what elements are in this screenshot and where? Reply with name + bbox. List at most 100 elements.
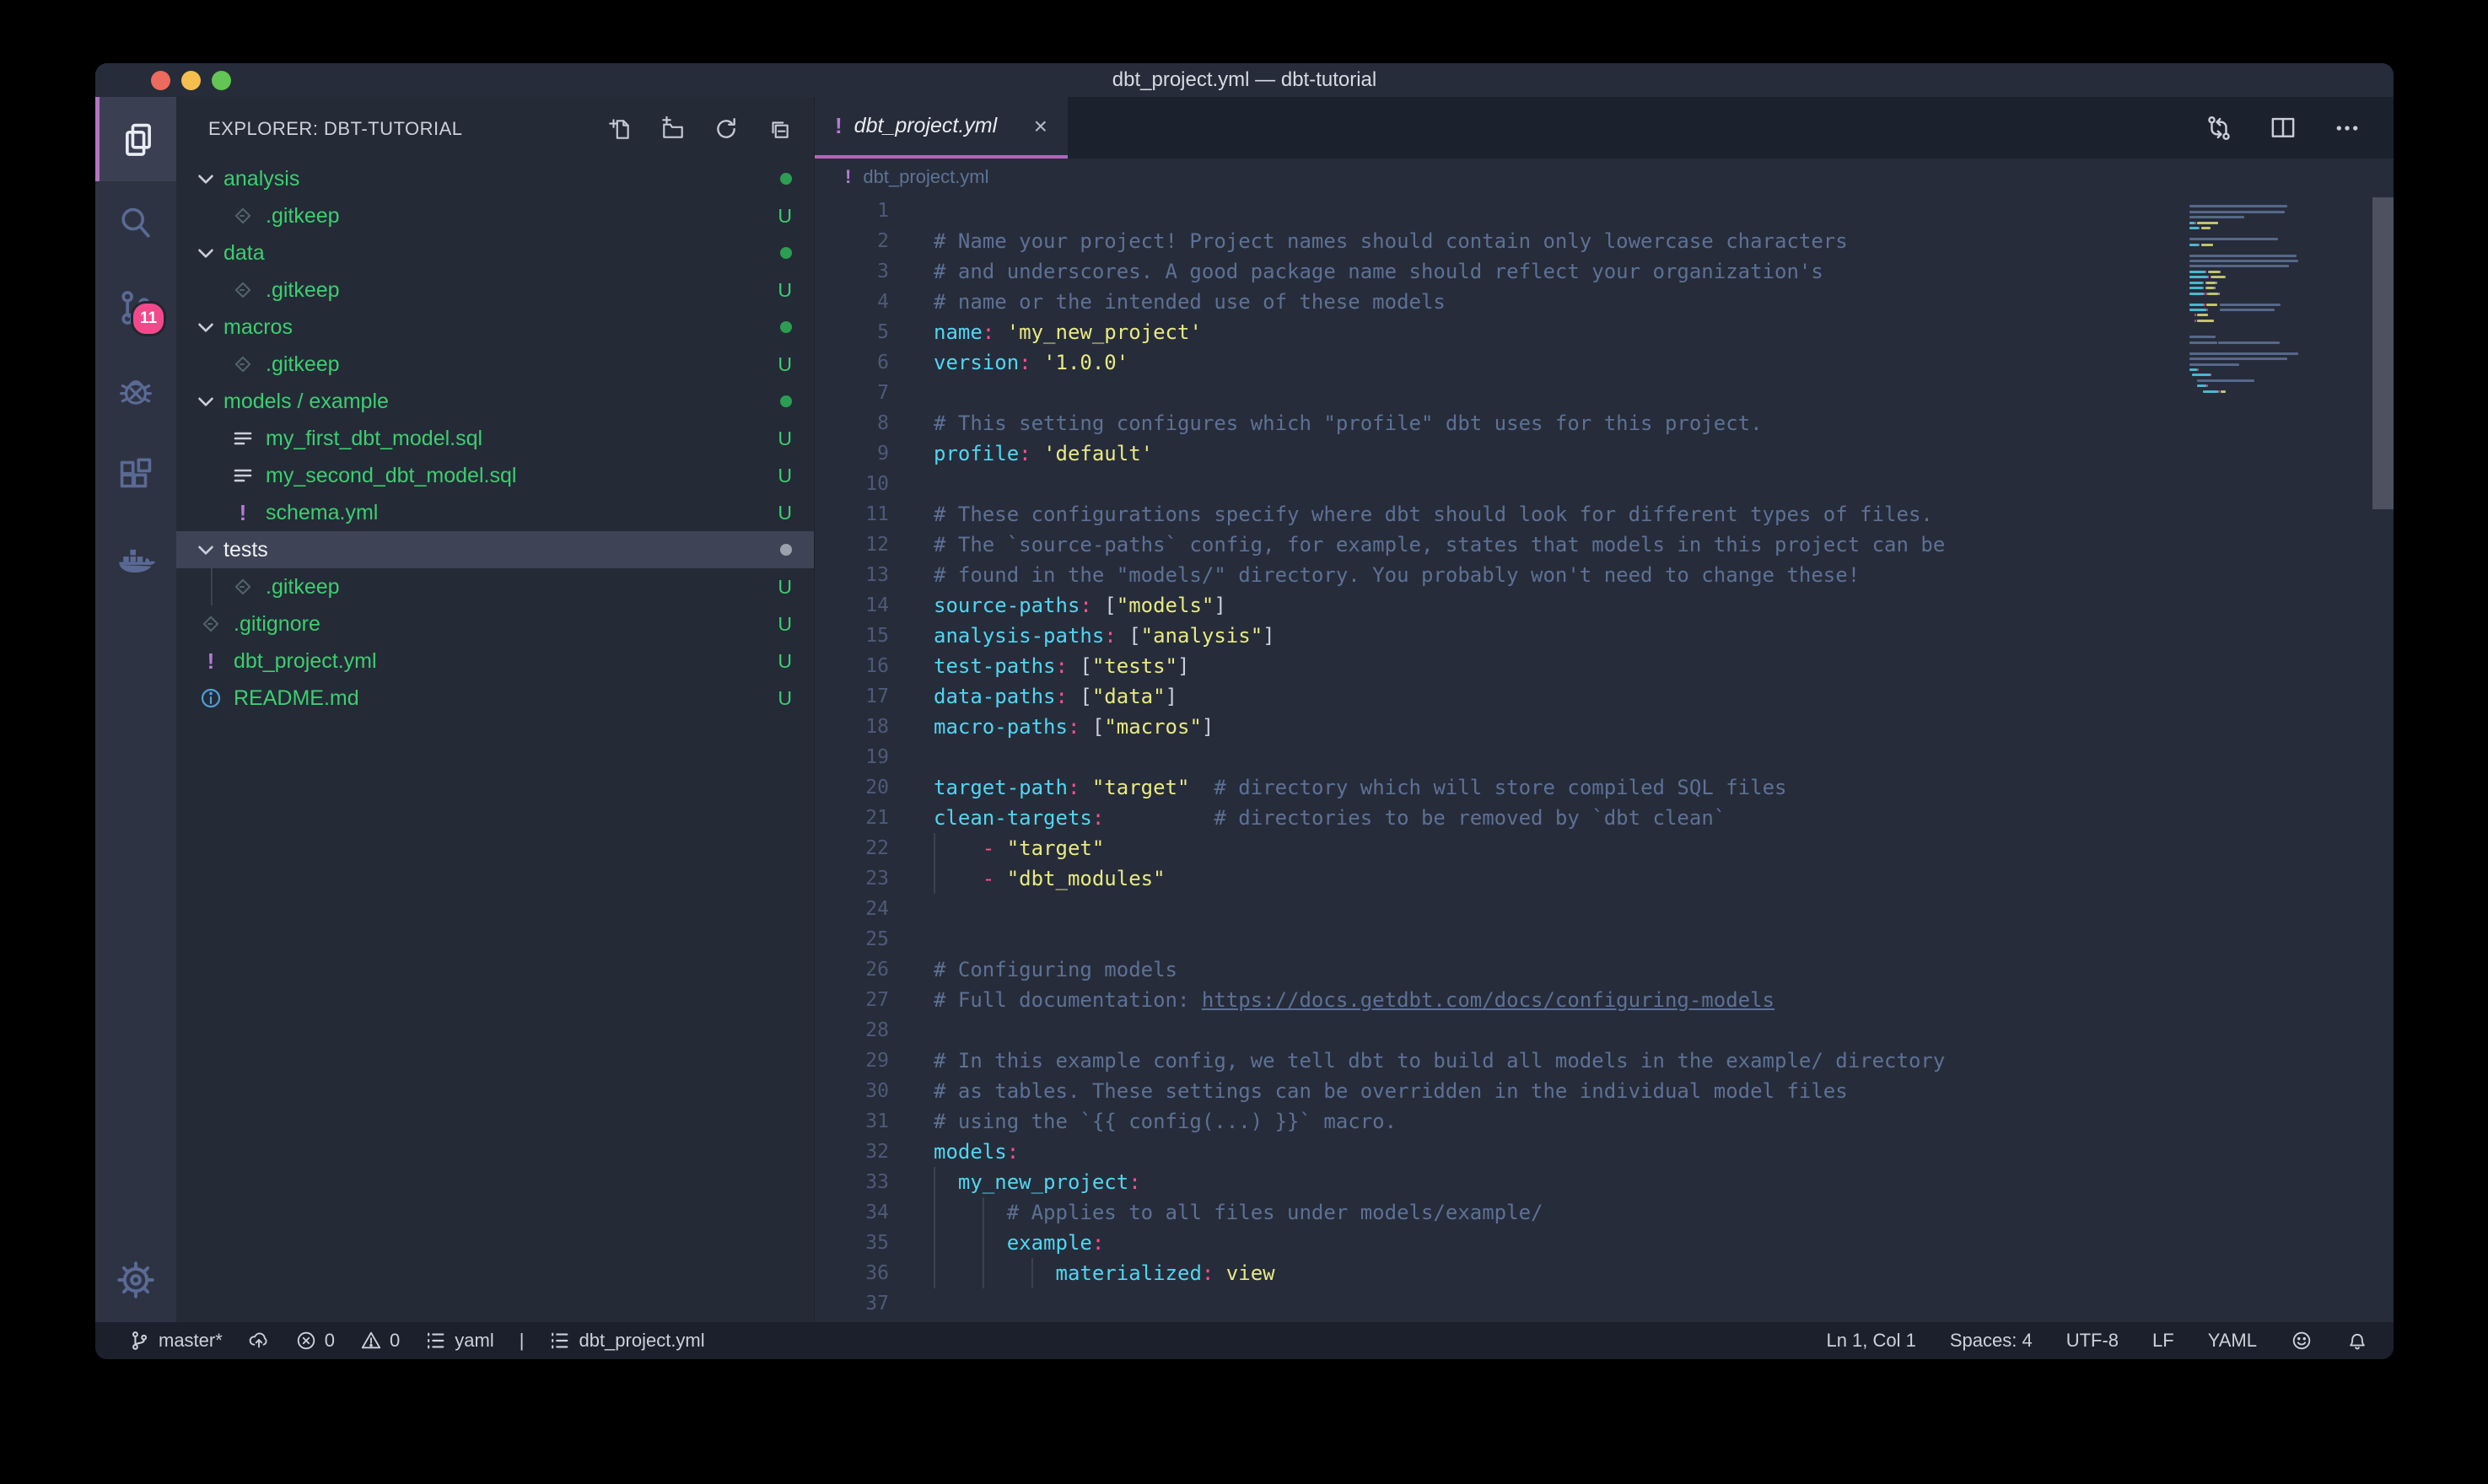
code-text: # as tables. These settings can be overr… (934, 1076, 1848, 1106)
activity-item-extensions[interactable] (95, 434, 176, 519)
close-tab-icon[interactable]: × (1034, 115, 1047, 138)
code-text: # In this example config, we tell dbt to… (934, 1046, 1945, 1076)
code-line: 1 (815, 196, 2394, 226)
tree-item-readme-md[interactable]: README.mdU (176, 680, 814, 717)
title-bar[interactable]: dbt_project.yml — dbt-tutorial (95, 63, 2394, 97)
git-status-badge: U (778, 205, 792, 228)
tree-item-macros[interactable]: macros (176, 309, 814, 346)
line-number: 17 (815, 681, 889, 712)
minimap-line (2208, 293, 2218, 295)
files-icon (119, 120, 158, 159)
minimap-line (2203, 390, 2219, 393)
line-number: 29 (815, 1046, 889, 1076)
minimap-line (2189, 216, 2244, 218)
tree-item--gitkeep[interactable]: .gitkeepU (176, 272, 814, 309)
chevron-down-icon (193, 537, 218, 562)
window-title: dbt_project.yml — dbt-tutorial (1112, 68, 1376, 92)
code-text: target-path: "target" # directory which … (934, 772, 1786, 803)
tree-item-label: schema.yml (266, 501, 378, 525)
code-text: example: (934, 1228, 1104, 1258)
code-line: 29 # In this example config, we tell dbt … (815, 1046, 2394, 1076)
code-line: 27# Full documentation: https://docs.get… (815, 985, 2394, 1015)
code-text: # The `source-paths` config, for example… (934, 530, 1945, 560)
code-text: # found in the "models/" directory. You … (934, 560, 1860, 590)
code-text: name: 'my_new_project' (934, 317, 1202, 347)
code-line: 13# found in the "models/" directory. Yo… (815, 560, 2394, 590)
collapse-all-button[interactable] (767, 116, 792, 142)
git-file-icon (230, 277, 256, 303)
tree-item--gitkeep[interactable]: .gitkeepU (176, 346, 814, 383)
tree-item--gitignore[interactable]: .gitignoreU (176, 605, 814, 643)
minimap-line (2189, 336, 2216, 338)
minimap-line (2189, 282, 2203, 284)
activity-item-docker[interactable] (95, 519, 176, 603)
status-ln-1-col-1[interactable]: Ln 1, Col 1 (1826, 1330, 1915, 1352)
minimap-line (2197, 368, 2199, 371)
line-number: 12 (815, 530, 889, 560)
modified-dot (780, 173, 792, 185)
status-utf-8[interactable]: UTF-8 (2066, 1330, 2119, 1352)
code-editor[interactable]: 12# Name your project! Project names sho… (815, 196, 2394, 1322)
activity-item-search[interactable] (95, 181, 176, 266)
tree-item-tests[interactable]: tests (176, 531, 814, 568)
status-yaml[interactable]: yaml (425, 1330, 493, 1352)
minimap-line (2206, 309, 2208, 311)
close-window-button[interactable] (151, 71, 170, 90)
zoom-window-button[interactable] (212, 71, 231, 90)
line-number: 37 (815, 1288, 889, 1319)
tree-item-schema-yml[interactable]: !schema.ymlU (176, 494, 814, 531)
git-status-badge: U (778, 576, 792, 599)
tree-item-my-second-dbt-model-sql[interactable]: my_second_dbt_model.sqlU (176, 457, 814, 494)
minimap-line (2199, 244, 2200, 246)
code-line: 36 materialized: view (815, 1258, 2394, 1288)
refresh-button[interactable] (714, 116, 739, 142)
tree-item-dbt-project-yml[interactable]: !dbt_project.ymlU (176, 643, 814, 680)
status-0[interactable]: 0 (295, 1330, 335, 1352)
line-number: 4 (815, 287, 889, 317)
minimap-line (2220, 271, 2221, 273)
tree-item-models-example[interactable]: models / example (176, 383, 814, 420)
line-number: 11 (815, 499, 889, 530)
open-changes-button[interactable] (2205, 114, 2233, 142)
code-text: analysis-paths: ["analysis"] (934, 621, 1275, 651)
status-bell[interactable] (2346, 1330, 2368, 1352)
line-number: 30 (815, 1076, 889, 1106)
code-line: 10 (815, 469, 2394, 499)
status-right: Ln 1, Col 1 Spaces: 4 UTF-8 LF YAML (1792, 1330, 2368, 1352)
split-editor-button[interactable] (2269, 114, 2297, 142)
minimize-window-button[interactable] (181, 71, 201, 90)
docker-icon (116, 541, 155, 580)
status-lf[interactable]: LF (2152, 1330, 2174, 1352)
status-dbt-project-yml[interactable]: dbt_project.yml (549, 1330, 704, 1352)
status-smiley[interactable] (2291, 1330, 2313, 1352)
tree-item-analysis[interactable]: analysis (176, 160, 814, 197)
activity-item-source-control[interactable]: 11 (95, 266, 176, 350)
activity-item-explorer[interactable] (95, 97, 176, 181)
code-line: 25 (815, 924, 2394, 954)
new-folder-button[interactable] (660, 116, 686, 142)
tree-item--gitkeep[interactable]: .gitkeepU (176, 568, 814, 605)
activity-item-settings[interactable] (95, 1238, 176, 1322)
status-cloud[interactable] (248, 1330, 270, 1352)
status-yaml[interactable]: YAML (2208, 1330, 2257, 1352)
code-line: 12 # The `source-paths` config, for examp… (815, 530, 2394, 560)
breadcrumb[interactable]: ! dbt_project.yml (815, 159, 2394, 196)
tree-item--gitkeep[interactable]: .gitkeepU (176, 197, 814, 234)
code-line: 19 (815, 742, 2394, 772)
activity-item-debug[interactable] (95, 350, 176, 434)
error-file-icon: ! (230, 500, 256, 525)
indent-guide (211, 568, 213, 605)
more-actions-button[interactable] (2333, 114, 2361, 142)
new-file-button[interactable] (607, 116, 633, 142)
tree-item-my-first-dbt-model-sql[interactable]: my_first_dbt_model.sqlU (176, 420, 814, 457)
tab-dbt-project-yml[interactable]: ! dbt_project.yml × (815, 97, 1068, 159)
status-spaces-4[interactable]: Spaces: 4 (1950, 1330, 2033, 1352)
status-master-[interactable]: master* (129, 1330, 223, 1352)
minimap[interactable] (2189, 200, 2354, 1313)
status-0[interactable]: 0 (360, 1330, 400, 1352)
minimap-line (2189, 287, 2203, 289)
vertical-scrollbar[interactable] (2372, 197, 2394, 509)
tree-item-data[interactable]: data (176, 234, 814, 272)
editor-actions (2205, 97, 2361, 159)
breadcrumb-filename[interactable]: dbt_project.yml (863, 166, 988, 188)
